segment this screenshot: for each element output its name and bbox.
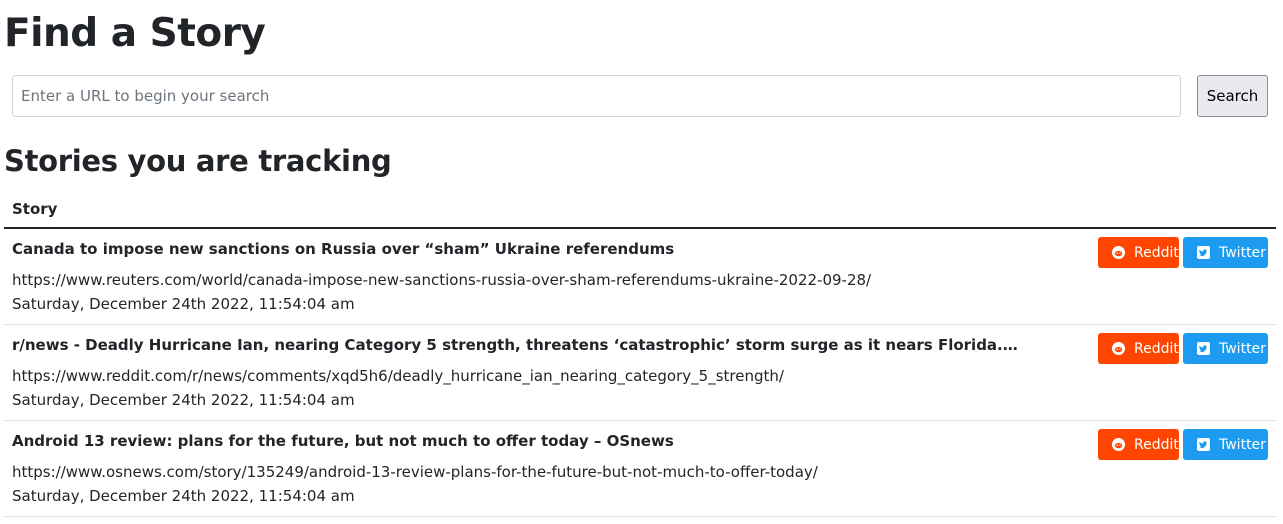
story-url: https://www.reddit.com/r/news/comments/x… bbox=[12, 367, 784, 385]
twitter-share-button[interactable]: Twitter bbox=[1183, 237, 1268, 268]
table-row: Canada to impose new sanctions on Russia… bbox=[4, 229, 1276, 325]
page: Find a Story Search Stories you are trac… bbox=[0, 0, 1283, 524]
story-title: r/news - Deadly Hurricane Ian, nearing C… bbox=[12, 336, 1022, 354]
search-button[interactable]: Search bbox=[1197, 75, 1268, 117]
story-url: https://www.osnews.com/story/135249/andr… bbox=[12, 463, 818, 481]
reddit-icon bbox=[1112, 342, 1125, 355]
table-row: r/news - Deadly Hurricane Ian, nearing C… bbox=[4, 325, 1276, 421]
story-date: Saturday, December 24th 2022, 11:54:04 a… bbox=[12, 295, 355, 313]
twitter-icon bbox=[1197, 438, 1210, 451]
table-row: Android 13 review: plans for the future,… bbox=[4, 421, 1276, 517]
reddit-icon bbox=[1112, 438, 1125, 451]
reddit-button-label: Reddit bbox=[1134, 340, 1179, 357]
stories-table: Story Canada to impose new sanctions on … bbox=[4, 191, 1276, 517]
twitter-button-label: Twitter bbox=[1219, 244, 1266, 261]
story-date: Saturday, December 24th 2022, 11:54:04 a… bbox=[12, 391, 355, 409]
twitter-button-label: Twitter bbox=[1219, 436, 1266, 453]
reddit-button-label: Reddit bbox=[1134, 244, 1179, 261]
table-header: Story bbox=[4, 191, 1276, 229]
story-url: https://www.reuters.com/world/canada-imp… bbox=[12, 271, 872, 289]
reddit-share-button[interactable]: Reddit bbox=[1098, 333, 1179, 364]
column-header-story: Story bbox=[12, 200, 58, 218]
story-date: Saturday, December 24th 2022, 11:54:04 a… bbox=[12, 487, 355, 505]
story-title: Canada to impose new sanctions on Russia… bbox=[12, 240, 675, 258]
twitter-button-label: Twitter bbox=[1219, 340, 1266, 357]
page-title: Find a Story bbox=[4, 11, 266, 56]
twitter-icon bbox=[1197, 246, 1210, 259]
twitter-share-button[interactable]: Twitter bbox=[1183, 429, 1268, 460]
twitter-icon bbox=[1197, 342, 1210, 355]
reddit-share-button[interactable]: Reddit bbox=[1098, 429, 1179, 460]
tracking-section-title: Stories you are tracking bbox=[4, 144, 392, 178]
twitter-share-button[interactable]: Twitter bbox=[1183, 333, 1268, 364]
story-title: Android 13 review: plans for the future,… bbox=[12, 432, 674, 450]
search-input[interactable] bbox=[12, 75, 1181, 117]
search-bar: Search bbox=[12, 75, 1268, 117]
reddit-icon bbox=[1112, 246, 1125, 259]
reddit-share-button[interactable]: Reddit bbox=[1098, 237, 1179, 268]
reddit-button-label: Reddit bbox=[1134, 436, 1179, 453]
